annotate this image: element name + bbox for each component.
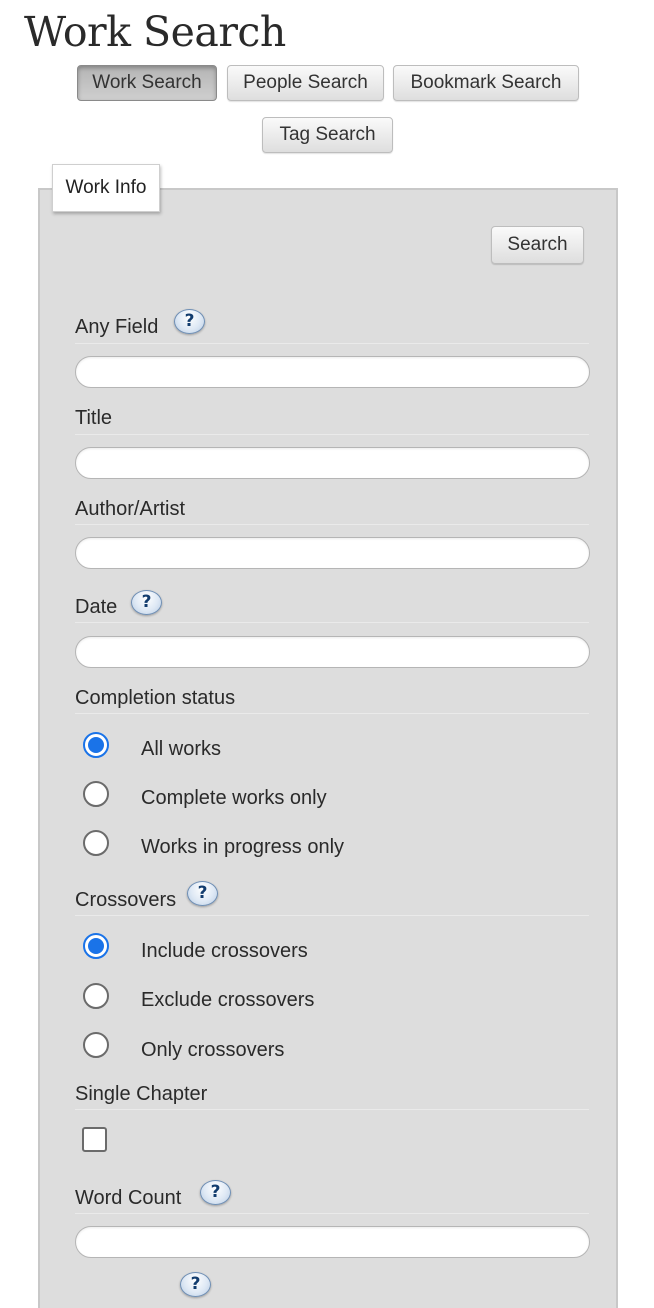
radio-complete-works-only[interactable] [83,781,109,807]
work-info-legend: Work Info [52,164,160,212]
date-input[interactable] [75,636,590,668]
divider [75,434,589,435]
any-field-input[interactable] [75,356,590,388]
tab-work-search[interactable]: Work Search [77,65,217,101]
next-field-help-icon[interactable]: ? [180,1272,211,1297]
word-count-input[interactable] [75,1226,590,1258]
divider [75,343,589,344]
word-count-label: Word Count [75,1187,182,1209]
author-input[interactable] [75,537,590,569]
search-button[interactable]: Search [491,226,584,264]
title-input[interactable] [75,447,590,479]
completion-status-label: Completion status [75,687,236,709]
radio-include-crossovers[interactable] [83,933,109,959]
any-field-help-icon[interactable]: ? [174,309,205,334]
radio-only-crossovers[interactable] [83,1032,109,1058]
divider [75,524,589,525]
radio-works-in-progress-only-label: Works in progress only [141,836,345,858]
radio-only-crossovers-label: Only crossovers [141,1039,285,1061]
any-field-label: Any Field [75,316,159,338]
tab-tag-search[interactable]: Tag Search [262,117,393,153]
page-title: Work Search [24,8,286,56]
divider [75,713,589,714]
radio-all-works-label: All works [141,738,222,760]
crossovers-label: Crossovers [75,889,177,911]
divider [75,622,589,623]
radio-complete-works-only-label: Complete works only [141,787,327,809]
author-label: Author/Artist [75,498,186,520]
divider [75,915,589,916]
crossovers-help-icon[interactable]: ? [187,881,218,906]
radio-exclude-crossovers[interactable] [83,983,109,1009]
radio-all-works[interactable] [83,732,109,758]
radio-works-in-progress-only[interactable] [83,830,109,856]
tab-bookmark-search[interactable]: Bookmark Search [393,65,579,101]
word-count-help-icon[interactable]: ? [200,1180,231,1205]
radio-exclude-crossovers-label: Exclude crossovers [141,989,315,1011]
date-help-icon[interactable]: ? [131,590,162,615]
divider [75,1213,589,1214]
date-label: Date [75,596,118,618]
single-chapter-label: Single Chapter [75,1083,208,1105]
title-label: Title [75,407,113,429]
tab-people-search[interactable]: People Search [227,65,384,101]
single-chapter-checkbox[interactable] [82,1127,107,1152]
radio-include-crossovers-label: Include crossovers [141,940,308,962]
divider [75,1109,589,1110]
